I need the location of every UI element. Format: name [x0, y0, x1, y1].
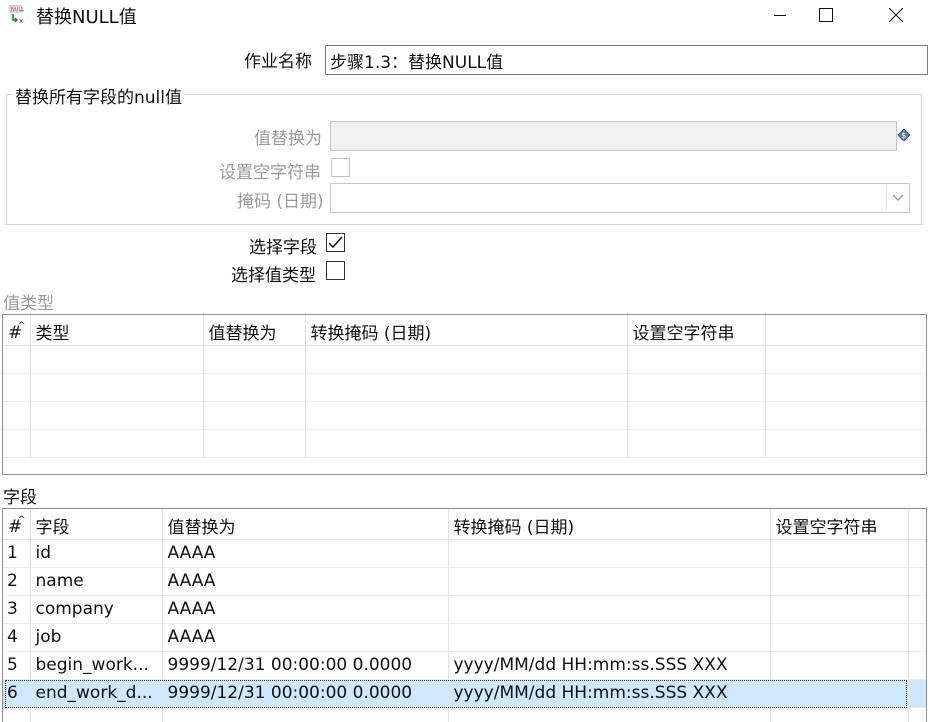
field-name-cell[interactable]: job [30, 623, 163, 652]
row-number: 2 [3, 567, 31, 596]
select-field-checkbox[interactable] [326, 233, 345, 252]
date-mask-label: 掩码 (日期) [237, 192, 324, 212]
column-header-date-mask[interactable]: 转换掩码 (日期) [448, 509, 771, 540]
date-mask-cell[interactable] [448, 539, 771, 568]
sort-icon: ^ [18, 515, 26, 525]
select-value-type-label: 选择值类型 [231, 266, 316, 286]
select-field-label: 选择字段 [249, 238, 317, 258]
fields-table: ^ # 字段 值替换为 转换掩码 (日期) 设置空字符串 1 id AAAA 2 … [2, 508, 927, 722]
replace-value-cell[interactable]: AAAA [162, 595, 449, 624]
svg-text:x: x [19, 17, 23, 25]
column-header-replace-value[interactable]: 值替换为 [162, 509, 449, 540]
empty-string-cell[interactable] [770, 651, 909, 680]
table-row[interactable]: 2 name AAAA [3, 567, 926, 596]
column-header-filler [765, 315, 926, 346]
field-name-cell[interactable]: name [30, 567, 163, 596]
column-header-empty-string[interactable]: 设置空字符串 [627, 315, 766, 346]
column-header-replace-value[interactable]: 值替换为 [203, 315, 306, 346]
close-button[interactable] [873, 0, 919, 30]
maximize-button[interactable] [803, 0, 849, 30]
minimize-icon [774, 15, 786, 16]
job-name-input[interactable]: 步骤1.3：替换NULL值 [325, 45, 928, 75]
date-mask-cell[interactable] [448, 595, 771, 624]
window-title: 替换NULL值 [36, 7, 137, 28]
row-number: 6 [3, 679, 31, 708]
table-row-selected[interactable]: 6 end_work_d... 9999/12/31 00:00:00 0.00… [3, 679, 926, 708]
date-mask-cell[interactable] [448, 567, 771, 596]
empty-string-cell[interactable] [770, 567, 909, 596]
null-replace-icon: NULL x [9, 5, 27, 25]
column-header-filler [908, 509, 926, 540]
empty-string-cell[interactable] [770, 539, 909, 568]
replace-value-label: 值替换为 [254, 129, 322, 149]
replace-value-cell[interactable]: AAAA [162, 567, 449, 596]
column-header-field[interactable]: 字段 [30, 509, 163, 540]
table-row[interactable]: 1 id AAAA [3, 539, 926, 568]
checkmark-icon [328, 236, 343, 249]
row-number: 3 [3, 595, 31, 624]
table-row[interactable]: 5 begin_work... 9999/12/31 00:00:00 0.00… [3, 651, 926, 680]
replace-value-cell[interactable]: AAAA [162, 623, 449, 652]
table-row[interactable] [3, 373, 926, 402]
value-types-section-label: 值类型 [3, 294, 54, 314]
row-number: 4 [3, 623, 31, 652]
fields-section-label: 字段 [3, 488, 37, 508]
empty-string-cell[interactable] [770, 623, 909, 652]
field-name-cell[interactable]: company [30, 595, 163, 624]
maximize-icon [819, 8, 833, 22]
replace-value-input[interactable] [330, 121, 897, 151]
column-header-date-mask[interactable]: 转换掩码 (日期) [305, 315, 628, 346]
row-number: 5 [3, 651, 31, 680]
column-header-num[interactable]: ^ # [3, 315, 31, 346]
date-mask-combo[interactable] [330, 183, 910, 213]
row-number: 1 [3, 539, 31, 568]
table-row[interactable]: 4 job AAAA [3, 623, 926, 652]
empty-string-checkbox[interactable] [331, 158, 350, 177]
field-name-cell[interactable]: end_work_d... [30, 679, 163, 708]
table-row[interactable] [3, 707, 926, 722]
empty-string-label: 设置空字符串 [219, 163, 321, 183]
svg-text:NULL: NULL [11, 7, 24, 13]
job-name-label: 作业名称 [244, 52, 312, 72]
empty-string-cell[interactable] [770, 595, 909, 624]
select-value-type-checkbox[interactable] [326, 261, 345, 280]
sort-icon: ^ [18, 321, 26, 331]
replace-value-cell[interactable]: AAAA [162, 539, 449, 568]
replace-all-legend: 替换所有字段的null值 [13, 83, 184, 108]
date-mask-cell[interactable]: yyyy/MM/dd HH:mm:ss.SSS XXX [448, 651, 771, 680]
chevron-down-icon[interactable] [886, 185, 908, 211]
field-name-cell[interactable]: id [30, 539, 163, 568]
replace-value-cell[interactable]: 9999/12/31 00:00:00 0.0000 [162, 651, 449, 680]
field-name-cell[interactable]: begin_work... [30, 651, 163, 680]
value-types-table: ^ # 类型 值替换为 转换掩码 (日期) 设置空字符串 [2, 314, 927, 475]
minimize-button[interactable] [757, 0, 803, 30]
date-mask-cell[interactable]: yyyy/MM/dd HH:mm:ss.SSS XXX [448, 679, 771, 708]
column-header-type[interactable]: 类型 [30, 315, 204, 346]
column-header-num[interactable]: ^ # [3, 509, 31, 540]
date-mask-cell[interactable] [448, 623, 771, 652]
close-icon [889, 8, 903, 22]
variable-icon[interactable]: $ [897, 127, 911, 142]
table-row[interactable] [3, 401, 926, 430]
empty-string-cell[interactable] [770, 679, 909, 708]
svg-text:$: $ [901, 131, 906, 140]
column-header-empty-string[interactable]: 设置空字符串 [770, 509, 909, 540]
table-row[interactable] [3, 345, 926, 374]
title-bar: NULL x 替换NULL值 [0, 0, 934, 30]
replace-value-cell[interactable]: 9999/12/31 00:00:00 0.0000 [162, 679, 449, 708]
table-row[interactable] [3, 429, 926, 458]
table-row[interactable]: 3 company AAAA [3, 595, 926, 624]
